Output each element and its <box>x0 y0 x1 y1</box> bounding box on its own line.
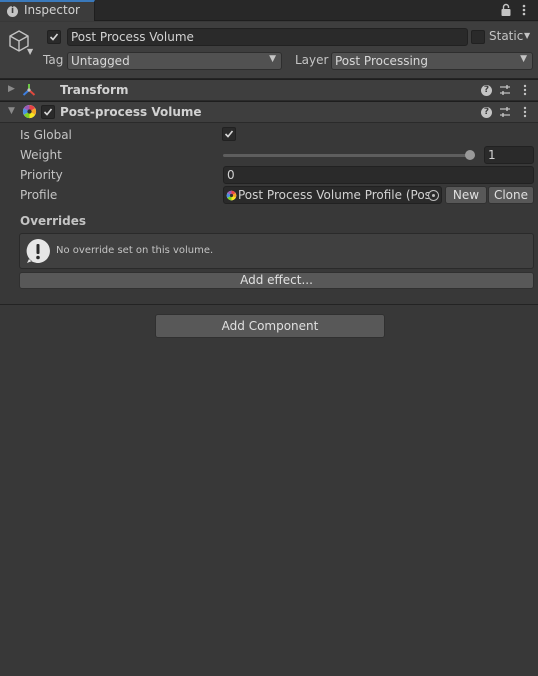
lock-icon[interactable] <box>500 3 512 17</box>
profile-label: Profile <box>20 188 58 202</box>
layer-label: Layer <box>295 53 329 67</box>
is-global-label: Is Global <box>20 128 72 142</box>
chevron-down-icon: ▼ <box>269 54 276 64</box>
weight-value-field[interactable]: 1 <box>484 146 534 164</box>
help-icon[interactable]: ? <box>481 85 492 96</box>
transform-component-header[interactable]: ▶ Transform ? <box>0 79 538 101</box>
tag-label: Tag <box>43 53 64 67</box>
clone-profile-button[interactable]: Clone <box>488 186 534 204</box>
object-picker-icon[interactable] <box>428 190 439 201</box>
post-process-volume-title: Post-process Volume <box>60 105 202 119</box>
profile-object-field[interactable]: Post Process Volume Profile (Post <box>223 186 442 204</box>
preset-sliders-icon[interactable] <box>499 84 511 96</box>
layer-value: Post Processing <box>335 54 428 68</box>
tag-dropdown[interactable]: Untagged ▼ <box>67 52 282 70</box>
checkmark-icon <box>49 33 59 41</box>
priority-label: Priority <box>20 168 63 182</box>
object-header: ▼ Post Process Volume Static ▼ Tag Untag… <box>0 22 538 79</box>
overrides-heading: Overrides <box>20 214 86 228</box>
info-warning-icon <box>26 239 50 263</box>
preset-sliders-icon[interactable] <box>499 106 511 118</box>
profile-value: Post Process Volume Profile (Post <box>238 188 436 202</box>
help-icon[interactable]: ? <box>481 107 492 118</box>
post-process-volume-header[interactable]: ▼ Post-process Volume ? <box>0 101 538 123</box>
checkmark-icon <box>43 108 53 116</box>
priority-field[interactable]: 0 <box>223 166 534 184</box>
chevron-down-icon: ▼ <box>520 54 527 64</box>
static-dropdown-arrow-icon[interactable]: ▼ <box>524 31 530 40</box>
kebab-menu-icon[interactable] <box>522 83 528 97</box>
transform-title: Transform <box>60 83 129 97</box>
add-component-button[interactable]: Add Component <box>155 314 385 338</box>
tag-value: Untagged <box>71 54 130 68</box>
add-effect-button[interactable]: Add effect... <box>19 272 534 289</box>
post-process-volume-icon <box>22 104 37 119</box>
weight-slider-thumb[interactable] <box>465 150 475 160</box>
checkmark-icon <box>224 130 234 138</box>
kebab-menu-icon[interactable] <box>522 105 528 119</box>
static-label: Static <box>489 29 524 43</box>
divider <box>0 304 538 305</box>
foldout-collapsed-icon[interactable]: ▶ <box>8 84 15 94</box>
profile-asset-icon <box>226 190 237 201</box>
weight-slider-track[interactable] <box>223 154 475 157</box>
inspector-tab[interactable]: i Inspector <box>0 0 95 21</box>
is-global-checkbox[interactable] <box>222 127 236 141</box>
overrides-help-box: No override set on this volume. <box>19 233 534 269</box>
info-icon: i <box>7 6 18 17</box>
transform-axes-icon <box>22 84 36 96</box>
object-name-field[interactable]: Post Process Volume <box>67 28 468 46</box>
tab-label: Inspector <box>24 3 80 17</box>
foldout-expanded-icon[interactable]: ▼ <box>8 106 15 116</box>
weight-label: Weight <box>20 148 62 162</box>
active-checkbox[interactable] <box>47 30 61 44</box>
tab-bar: i Inspector <box>0 0 538 21</box>
kebab-menu-icon[interactable] <box>520 3 528 17</box>
component-enabled-checkbox[interactable] <box>41 105 55 119</box>
static-checkbox[interactable] <box>471 30 485 44</box>
icon-dropdown-arrow-icon[interactable]: ▼ <box>27 47 33 56</box>
no-override-message: No override set on this volume. <box>56 245 214 256</box>
layer-dropdown[interactable]: Post Processing ▼ <box>331 52 533 70</box>
new-profile-button[interactable]: New <box>445 186 487 204</box>
